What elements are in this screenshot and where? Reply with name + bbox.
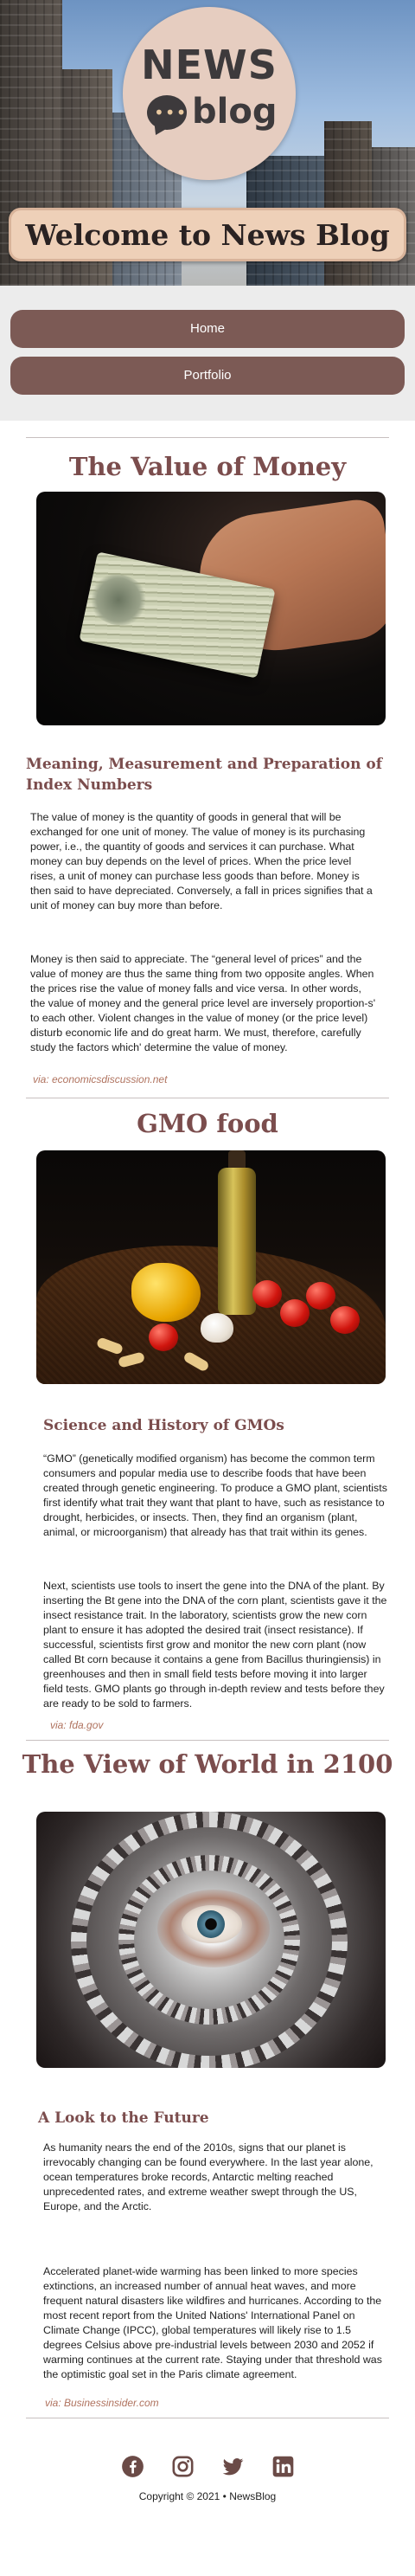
article-paragraph: Next, scientists use tools to insert the… (43, 1580, 387, 1710)
article-paragraph: The value of money is the quantity of go… (30, 811, 373, 911)
article-paragraph: “GMO” (genetically modified organism) ha… (43, 1452, 387, 1538)
twitter-icon[interactable] (221, 2455, 245, 2478)
tomato (306, 1282, 335, 1310)
article-subtitle: Science and History of GMOs (43, 1417, 284, 1434)
article-image (36, 1150, 386, 1384)
tomato (330, 1306, 360, 1334)
social-links (0, 2455, 415, 2478)
divider (26, 437, 389, 438)
logo-news-text: NEWS (141, 42, 278, 88)
article-paragraph: Accelerated planet-wide warming has been… (43, 2265, 382, 2380)
article-subtitle: A Look to the Future (38, 2109, 209, 2127)
olive-oil-bottle (218, 1168, 256, 1315)
article-paragraph: As humanity nears the end of the 2010s, … (43, 2141, 374, 2212)
instagram-icon[interactable] (171, 2455, 195, 2478)
facebook-icon[interactable] (121, 2455, 144, 2478)
article-title: The Value of Money (68, 452, 347, 481)
article-gmo: GMO food Science and History of GMOs “GM… (0, 1085, 415, 1731)
linkedin-icon[interactable] (271, 2455, 295, 2478)
site-footer: Copyright © 2021 • NewsBlog (0, 2418, 415, 2502)
welcome-banner: Welcome to News Blog (9, 208, 406, 261)
nav-portfolio-button[interactable]: Portfolio (10, 357, 405, 395)
article-image (36, 1812, 386, 2068)
main-nav: Home Portfolio (0, 286, 415, 421)
nav-home-button[interactable]: Home (10, 310, 405, 348)
iris-image-part (197, 1910, 225, 1938)
source-link[interactable]: via: Businessinsider.com (26, 2397, 389, 2409)
tomato (280, 1299, 310, 1327)
site-header: NEWS ••• blog Welcome to News Blog (0, 0, 415, 286)
article-money: The Value of Money Meaning, Measurement … (0, 421, 415, 1085)
article-image (36, 492, 386, 725)
yellow-pepper (131, 1263, 201, 1322)
tomato (149, 1323, 178, 1351)
article-subtitle: Meaning, Measurement and Preparation of … (26, 756, 383, 794)
source-link[interactable]: via: economicsdiscussion.net (26, 1073, 389, 1085)
article-title: The View of World in 2100 (22, 1749, 393, 1779)
page-title: Welcome to News Blog (25, 217, 390, 252)
article-paragraph: Money is then said to appreciate. The “g… (30, 953, 376, 1053)
divider (26, 1740, 389, 1741)
garlic (201, 1313, 233, 1343)
site-logo[interactable]: NEWS ••• blog (123, 7, 296, 180)
article-title: GMO food (137, 1109, 278, 1138)
tomato (252, 1280, 282, 1308)
logo-blog-text: blog (192, 92, 278, 132)
chat-dots-icon: ••• (154, 102, 188, 123)
copyright-text: Copyright © 2021 • NewsBlog (138, 2490, 277, 2502)
article-world-2100: The View of World in 2100 A Look to the … (0, 1731, 415, 2418)
source-link[interactable]: via: fda.gov (26, 1719, 389, 1731)
